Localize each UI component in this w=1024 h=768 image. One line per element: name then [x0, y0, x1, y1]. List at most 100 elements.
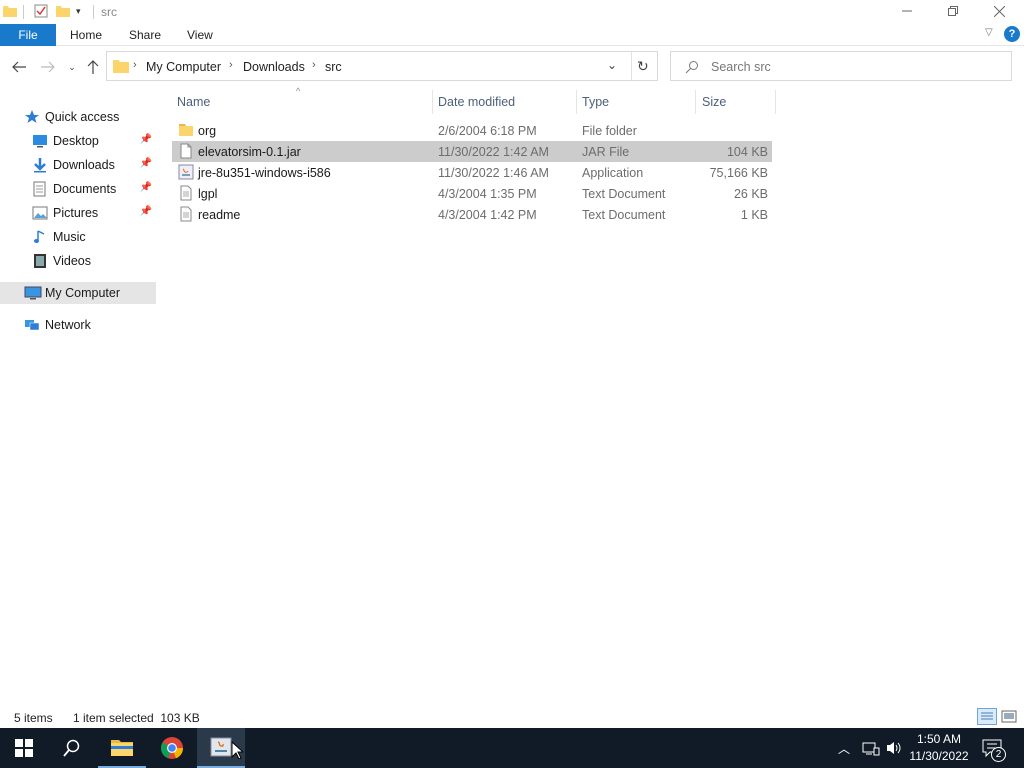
show-hidden-icons-icon[interactable]: ︿	[838, 740, 850, 757]
notification-count-badge: 2	[991, 747, 1006, 762]
close-button[interactable]	[976, 0, 1022, 22]
pin-icon[interactable]: 📌	[140, 206, 152, 217]
file-type: File folder	[582, 124, 637, 138]
breadcrumb-src[interactable]: src	[325, 60, 342, 74]
expand-ribbon-icon[interactable]: ▽	[985, 27, 993, 38]
file-size: 104 KB	[726, 145, 768, 159]
column-header-size[interactable]: Size	[702, 90, 726, 114]
file-explorer-icon[interactable]	[98, 728, 146, 768]
separator	[93, 5, 94, 19]
nav-label: Desktop	[53, 134, 99, 148]
large-icons-view-icon[interactable]	[1001, 709, 1017, 724]
forward-button[interactable]	[39, 58, 57, 76]
tab-share[interactable]: Share	[129, 24, 161, 46]
column-header-type[interactable]: Type	[582, 90, 609, 114]
file-name: lgpl	[198, 187, 218, 201]
chrome-icon[interactable]	[148, 728, 196, 768]
file-row[interactable]: jre-8u351-windows-i586 11/30/2022 1:46 A…	[172, 162, 772, 183]
window-title: src	[101, 5, 117, 19]
recent-locations-button[interactable]: ⌄	[63, 58, 81, 76]
tab-home[interactable]: Home	[70, 24, 102, 46]
file-row[interactable]: readme 4/3/2004 1:42 PM Text Document 1 …	[172, 204, 772, 225]
videos-icon	[32, 253, 48, 269]
pin-icon[interactable]: 📌	[140, 134, 152, 145]
nav-item-network[interactable]: Network	[0, 314, 156, 336]
file-type: JAR File	[582, 145, 630, 159]
pin-icon[interactable]: 📌	[140, 158, 152, 169]
clock-time[interactable]: 1:50 AM	[906, 732, 972, 746]
address-dropdown-icon[interactable]: ⌄	[607, 58, 617, 72]
tab-view[interactable]: View	[187, 24, 213, 46]
file-row-selected[interactable]: elevatorsim-0.1.jar 11/30/2022 1:42 AM J…	[172, 141, 772, 162]
details-view-icon[interactable]	[977, 708, 997, 725]
up-button[interactable]	[84, 58, 102, 76]
file-row[interactable]: org 2/6/2004 6:18 PM File folder	[172, 120, 772, 141]
nav-item-downloads[interactable]: Downloads 📌	[0, 154, 156, 176]
breadcrumb-downloads[interactable]: Downloads	[243, 60, 305, 74]
nav-item-music[interactable]: Music	[0, 226, 156, 248]
address-bar[interactable]: › My Computer › Downloads › src ⌄ ↻	[106, 51, 658, 81]
nav-label: Network	[45, 318, 91, 332]
properties-icon[interactable]	[34, 4, 48, 21]
pin-icon[interactable]: 📌	[140, 182, 152, 193]
back-button[interactable]	[10, 58, 28, 76]
file-date: 4/3/2004 1:35 PM	[438, 187, 537, 201]
navigation-pane: Quick access Desktop 📌 Downloads 📌 Docum…	[0, 100, 156, 700]
ribbon-tabs: File Home Share View ▽ ?	[0, 24, 1024, 46]
file-row[interactable]: lgpl 4/3/2004 1:35 PM Text Document 26 K…	[172, 183, 772, 204]
nav-quick-access[interactable]: Quick access	[0, 106, 156, 128]
chevron-right-icon[interactable]: ›	[312, 59, 316, 71]
file-type: Text Document	[582, 208, 666, 222]
status-bar: 5 items 1 item selected 103 KB	[0, 706, 1024, 728]
file-size: 1 KB	[740, 208, 768, 222]
mouse-cursor-icon	[231, 740, 245, 762]
nav-item-pictures[interactable]: Pictures 📌	[0, 202, 156, 224]
file-date: 11/30/2022 1:42 AM	[438, 145, 549, 159]
search-box[interactable]: Search src	[670, 51, 1012, 81]
chevron-right-icon[interactable]: ›	[229, 59, 233, 71]
nav-label: Documents	[53, 182, 117, 196]
new-folder-icon[interactable]	[56, 4, 70, 21]
folder-icon	[178, 122, 194, 138]
minimize-button[interactable]	[884, 0, 930, 22]
file-name: readme	[198, 208, 241, 222]
folder-icon	[113, 59, 129, 76]
nav-label: Downloads	[53, 158, 115, 172]
file-date: 4/3/2004 1:42 PM	[438, 208, 537, 222]
refresh-icon[interactable]: ↻	[637, 58, 649, 75]
column-divider[interactable]	[432, 90, 433, 114]
network-icon	[24, 317, 40, 333]
column-header-name[interactable]: Name	[177, 90, 210, 114]
file-date: 2/6/2004 6:18 PM	[438, 124, 537, 138]
customize-toolbar-icon[interactable]: ▾	[76, 6, 81, 17]
tab-file[interactable]: File	[0, 24, 56, 46]
computer-icon	[24, 285, 42, 301]
search-icon	[685, 60, 699, 77]
nav-item-desktop[interactable]: Desktop 📌	[0, 130, 156, 152]
pictures-icon	[32, 205, 48, 221]
title-bar: ▾ src	[0, 0, 1024, 24]
nav-item-videos[interactable]: Videos	[0, 250, 156, 272]
search-icon[interactable]	[48, 728, 96, 768]
restore-button[interactable]	[930, 0, 976, 22]
nav-item-documents[interactable]: Documents 📌	[0, 178, 156, 200]
clock-date[interactable]: 11/30/2022	[906, 749, 972, 763]
start-button[interactable]	[0, 728, 48, 768]
network-status-icon[interactable]	[862, 740, 880, 759]
nav-item-my-computer[interactable]: My Computer	[0, 282, 156, 304]
navigation-bar: ⌄ › My Computer › Downloads › src ⌄ ↻ Se…	[0, 50, 1024, 84]
downloads-icon	[32, 157, 48, 173]
column-divider[interactable]	[695, 90, 696, 114]
column-divider[interactable]	[775, 90, 776, 114]
separator	[23, 5, 24, 19]
nav-label: Music	[53, 230, 86, 244]
column-divider[interactable]	[576, 90, 577, 114]
column-header-date[interactable]: Date modified	[438, 90, 515, 114]
selection-info: 1 item selected 103 KB	[73, 711, 200, 725]
chevron-right-icon[interactable]: ›	[133, 59, 137, 71]
breadcrumb-my-computer[interactable]: My Computer	[146, 60, 221, 74]
nav-label: Quick access	[45, 110, 120, 124]
volume-icon[interactable]	[886, 740, 902, 759]
help-icon[interactable]: ?	[1004, 26, 1020, 42]
folder-icon[interactable]	[3, 4, 17, 21]
